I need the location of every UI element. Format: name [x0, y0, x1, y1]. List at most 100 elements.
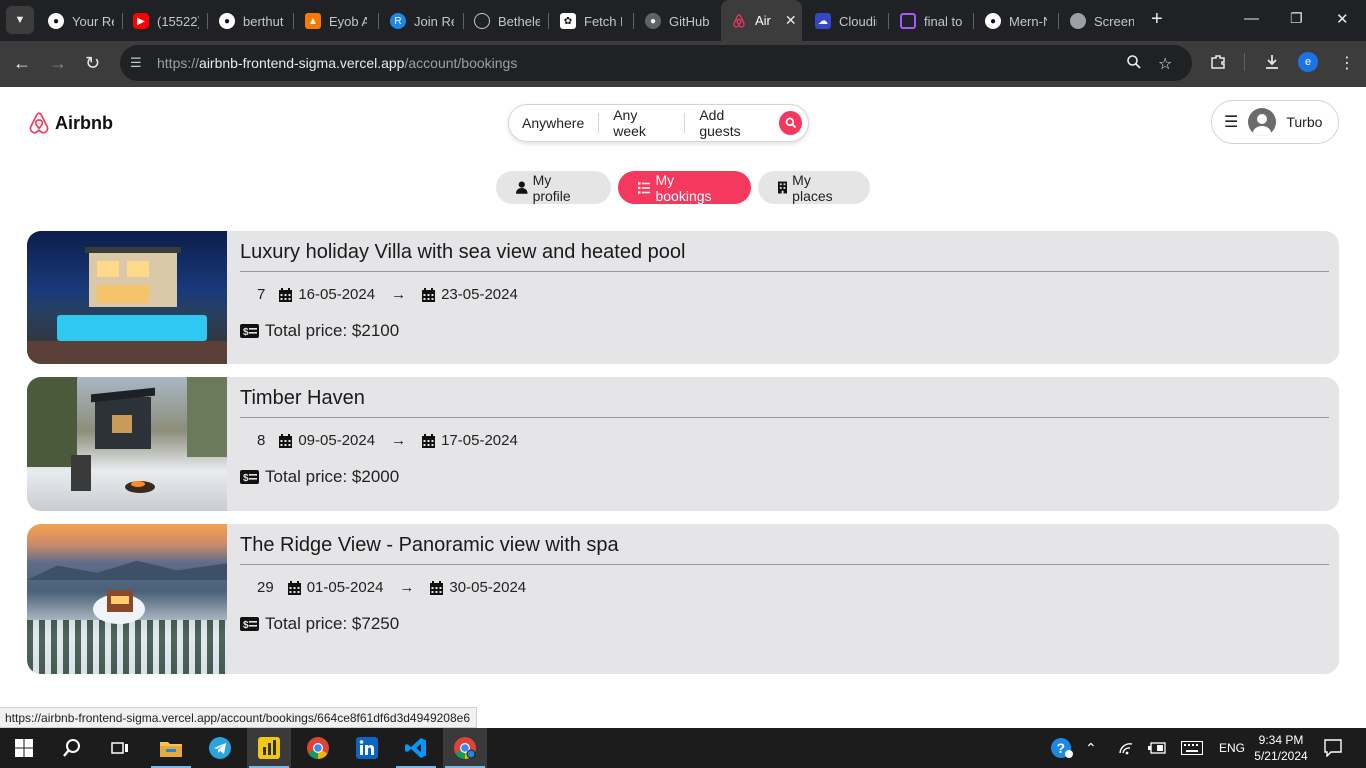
- reload-icon[interactable]: ↻: [85, 53, 100, 73]
- windows-taskbar: ? ⌃ ENG 9:34 PM 5/21/2024: [0, 728, 1366, 768]
- openai-icon: ✿: [560, 13, 576, 29]
- browser-tab[interactable]: final to: [900, 7, 962, 35]
- booking-card[interactable]: The Ridge View - Panoramic view with spa…: [27, 524, 1339, 674]
- download-icon[interactable]: [1263, 53, 1281, 76]
- date-arrow: →: [391, 432, 407, 449]
- browser-tab[interactable]: R Join Re: [390, 7, 454, 35]
- trees-shape: [187, 377, 227, 457]
- minimize-icon[interactable]: —: [1244, 10, 1259, 27]
- linkedin-icon[interactable]: [345, 728, 389, 768]
- browser-tab[interactable]: ☁ Cloudir: [815, 7, 877, 35]
- date-arrow: →: [399, 579, 415, 596]
- chrome-active-icon[interactable]: [443, 728, 487, 768]
- my-places-tab[interactable]: My places: [758, 171, 870, 204]
- browser-tab[interactable]: ● berthut: [219, 7, 285, 35]
- booking-photo-cabin: [27, 377, 227, 511]
- svg-text:$: $: [243, 620, 249, 631]
- user-menu[interactable]: ☰ Turbo: [1211, 100, 1339, 144]
- villa-window: [127, 261, 149, 277]
- restore-icon[interactable]: ❐: [1290, 10, 1303, 27]
- search-anywhere[interactable]: Anywhere: [522, 115, 598, 131]
- close-tab-icon[interactable]: ✕: [785, 12, 797, 29]
- browser-toolbar: ← → ↻ ☰ https://airbnb-frontend-sigma.ve…: [0, 41, 1366, 87]
- booking-card[interactable]: Timber Haven 8 09-05-2024 → 17-05-2024 $…: [27, 377, 1339, 511]
- powerbi-icon[interactable]: [247, 728, 291, 768]
- site-info-icon[interactable]: ☰: [130, 55, 142, 71]
- search-button[interactable]: [779, 111, 802, 135]
- booking-title: Timber Haven: [240, 387, 1329, 418]
- mountains-shape: [27, 560, 227, 580]
- booking-photo-ridge: [27, 524, 227, 674]
- my-bookings-label: My bookings: [655, 171, 712, 204]
- check-in-date: 09-05-2024: [298, 432, 376, 449]
- building-icon: [778, 181, 788, 194]
- new-tab-button[interactable]: +: [1151, 9, 1163, 29]
- search-any-week[interactable]: Any week: [613, 107, 684, 139]
- wifi-icon[interactable]: [1118, 728, 1134, 768]
- youtube-icon: ▶: [133, 13, 149, 29]
- browser-tab[interactable]: ▶ (15522): [133, 7, 199, 35]
- browser-tab[interactable]: ● Mern-N: [985, 7, 1047, 35]
- tab-separator: [548, 13, 549, 29]
- notifications-icon[interactable]: [1324, 728, 1342, 768]
- language-indicator[interactable]: ENG: [1219, 728, 1245, 768]
- taskbar-clock[interactable]: 9:34 PM 5/21/2024: [1252, 732, 1310, 764]
- booking-price: $ Total price: $2100: [240, 321, 1329, 341]
- taskbar-search-icon[interactable]: [50, 728, 94, 768]
- link-status-bar: https://airbnb-frontend-sigma.vercel.app…: [0, 707, 477, 728]
- my-bookings-tab[interactable]: My bookings: [618, 171, 751, 204]
- browser-tab[interactable]: ● Your Re: [48, 7, 114, 35]
- bookmark-star-icon[interactable]: ☆: [1158, 54, 1172, 74]
- tab-title: Fetch F: [584, 13, 622, 29]
- money-bill-icon: $: [240, 324, 259, 338]
- calendar-icon: [279, 433, 293, 448]
- browser-tab[interactable]: ✿ Fetch F: [560, 7, 622, 35]
- search-bar[interactable]: Anywhere Any week Add guests: [508, 104, 809, 142]
- url-scheme: https://: [157, 55, 200, 71]
- extensions-icon[interactable]: [1209, 53, 1227, 76]
- search-add-guests[interactable]: Add guests: [699, 107, 779, 139]
- tab-separator: [293, 13, 294, 29]
- browser-tab-active[interactable]: Air ✕: [721, 0, 802, 41]
- list-icon: [638, 181, 651, 194]
- browser-tab[interactable]: Bethele: [474, 7, 540, 35]
- browser-tab[interactable]: ▲ Eyob A: [305, 7, 367, 35]
- booking-card[interactable]: Luxury holiday Villa with sea view and h…: [27, 231, 1339, 364]
- fire-shape: [131, 481, 145, 487]
- tray-chevron-up-icon[interactable]: ⌃: [1085, 728, 1097, 768]
- booking-nights: 8: [257, 432, 266, 449]
- help-icon[interactable]: ?: [1050, 728, 1074, 768]
- tab-title: Your Re: [72, 13, 114, 29]
- firebase-icon: ▲: [305, 13, 321, 29]
- zoom-icon[interactable]: [1126, 54, 1142, 75]
- my-profile-tab[interactable]: My profile: [496, 171, 611, 204]
- money-bill-icon: $: [240, 470, 259, 484]
- forward-arrow-icon[interactable]: →: [49, 53, 67, 73]
- tab-search-button[interactable]: ▼: [6, 6, 34, 34]
- back-arrow-icon[interactable]: ←: [13, 53, 31, 73]
- task-view-icon[interactable]: [98, 728, 142, 768]
- address-bar[interactable]: ☰ https://airbnb-frontend-sigma.vercel.a…: [120, 45, 1192, 81]
- money-bill-icon: $: [240, 617, 259, 631]
- telegram-icon[interactable]: [198, 728, 242, 768]
- battery-icon[interactable]: [1148, 728, 1166, 768]
- airbnb-logo[interactable]: Airbnb: [27, 110, 113, 136]
- check-out-date: 30-05-2024: [449, 579, 527, 596]
- keyboard-icon[interactable]: [1181, 728, 1203, 768]
- window-close-icon[interactable]: ✕: [1336, 10, 1349, 28]
- chrome-icon[interactable]: [296, 728, 340, 768]
- file-explorer-icon[interactable]: [149, 728, 193, 768]
- browser-menu-icon[interactable]: ⋮: [1339, 53, 1355, 73]
- user-name: Turbo: [1286, 114, 1323, 130]
- browser-tab[interactable]: ● GitHub: [645, 7, 711, 35]
- browser-tab[interactable]: Screen: [1070, 7, 1134, 35]
- tab-separator: [973, 13, 974, 29]
- tab-separator: [1058, 13, 1059, 29]
- vscode-icon[interactable]: [394, 728, 438, 768]
- booking-dates: 7 16-05-2024 → 23-05-2024: [240, 286, 1329, 303]
- calendar-icon: [287, 580, 301, 595]
- browser-profile-avatar[interactable]: e: [1298, 52, 1318, 72]
- url-text[interactable]: https://airbnb-frontend-sigma.vercel.app…: [157, 55, 517, 71]
- windows-start-icon[interactable]: [2, 728, 46, 768]
- browser-tabstrip: ▼ ● Your Re ▶ (15522) ● berthut ▲ Eyob A…: [0, 0, 1366, 41]
